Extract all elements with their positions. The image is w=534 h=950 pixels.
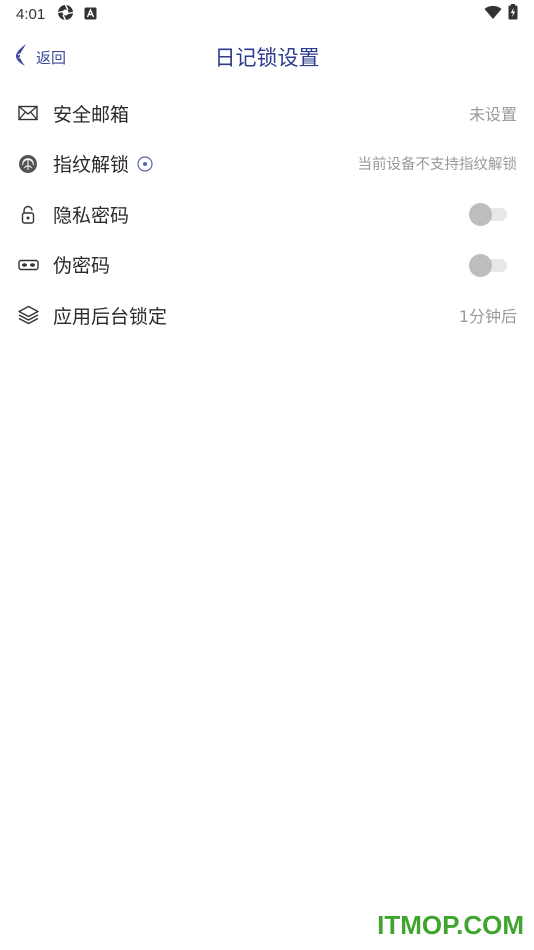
setting-label: 安全邮箱: [53, 103, 130, 126]
setting-fake-password[interactable]: 伪密码: [0, 240, 534, 291]
layers-icon: [17, 304, 39, 326]
a-square-icon: [84, 5, 97, 24]
toggle-knob: [469, 203, 492, 227]
settings-list: 安全邮箱 未设置 指纹解锁 当前设备不支持指纹解锁 隐私密码 伪密码 应用后台锁…: [0, 88, 534, 341]
privacy-password-toggle[interactable]: [469, 202, 507, 227]
setting-background-lock[interactable]: 应用后台锁定 1分钟后: [0, 290, 534, 341]
status-bar: 4:01: [0, 0, 534, 28]
toggle-knob: [469, 253, 492, 277]
setting-label: 伪密码: [53, 255, 111, 278]
setting-secure-email[interactable]: 安全邮箱 未设置: [0, 88, 534, 139]
watermark: ITMOP.COM: [377, 910, 524, 940]
setting-label: 应用后台锁定: [53, 305, 168, 328]
app-header: 返回 日记锁设置: [0, 34, 534, 80]
setting-privacy-password[interactable]: 隐私密码: [0, 189, 534, 240]
setting-value: 未设置: [468, 105, 517, 125]
battery-charging-icon: [508, 4, 518, 24]
page-title: 日记锁设置: [214, 46, 320, 70]
mask-icon: [17, 254, 39, 276]
setting-label: 隐私密码: [53, 204, 130, 227]
shutter-icon: [57, 4, 74, 25]
info-target-icon[interactable]: [137, 156, 153, 172]
setting-fingerprint-unlock[interactable]: 指纹解锁 当前设备不支持指纹解锁: [0, 139, 534, 190]
screen: 4:01 返回 日记锁设置 安全邮箱 未设置 指纹解锁 当前设备不支持指纹解锁 …: [0, 0, 534, 950]
status-right-icons: [484, 4, 518, 24]
fingerprint-icon: [17, 153, 39, 175]
status-time: 4:01: [16, 5, 46, 23]
wifi-icon: [484, 5, 502, 24]
status-left-icons: [57, 4, 97, 25]
mail-icon: [17, 102, 39, 124]
lock-icon: [17, 203, 39, 225]
setting-label: 指纹解锁: [53, 154, 130, 177]
setting-value: 1分钟后: [458, 307, 517, 327]
fake-password-toggle[interactable]: [469, 253, 507, 277]
setting-value: 当前设备不支持指纹解锁: [357, 157, 518, 174]
